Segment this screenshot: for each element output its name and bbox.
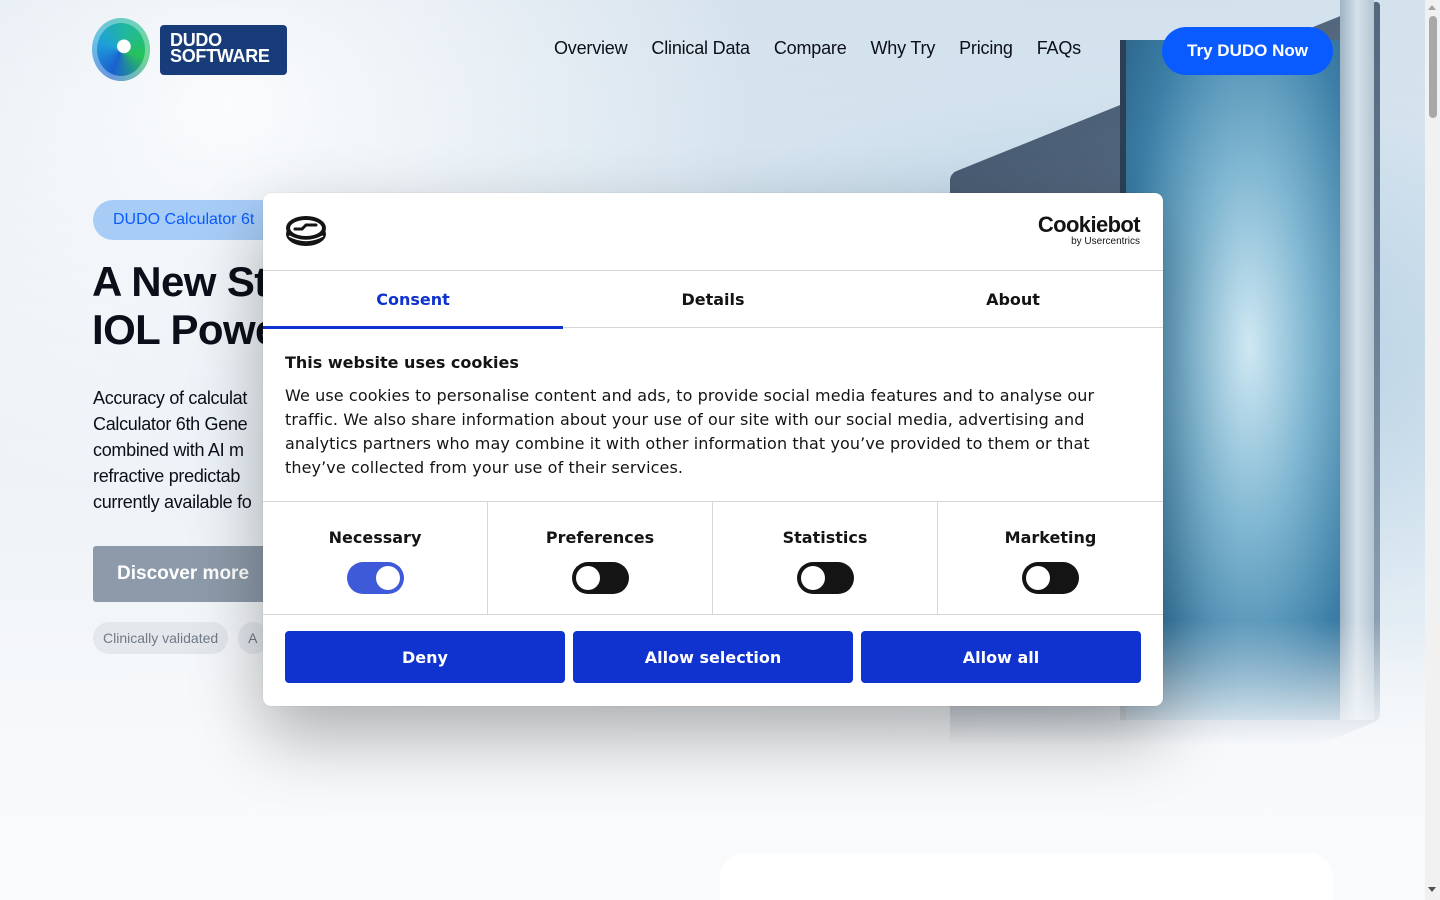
tab-details[interactable]: Details xyxy=(563,271,863,328)
toggle-statistics-group: Statistics xyxy=(713,502,938,615)
preferences-toggle[interactable] xyxy=(571,562,629,594)
try-dudo-now-button[interactable]: Try DUDO Now xyxy=(1162,27,1333,75)
cookiebot-logo-icon xyxy=(286,216,326,246)
nav-faqs[interactable]: FAQs xyxy=(1037,38,1081,59)
toggle-necessary-group: Necessary xyxy=(263,502,488,615)
tab-consent[interactable]: Consent xyxy=(263,271,563,329)
scroll-down-arrow-icon[interactable] xyxy=(1428,887,1436,892)
nav-compare[interactable]: Compare xyxy=(774,38,847,59)
cookie-category-toggles: Necessary Preferences Statistics Marketi… xyxy=(263,501,1163,615)
cookiebot-subtitle: by Usercentrics xyxy=(1071,236,1140,247)
toggle-marketing-group: Marketing xyxy=(938,502,1163,615)
toggle-knob xyxy=(575,566,600,590)
monitor-edge xyxy=(1340,0,1374,720)
toggle-preferences-label: Preferences xyxy=(545,528,655,547)
tag-clinically-validated: Clinically validated xyxy=(93,622,229,654)
nav-why-try[interactable]: Why Try xyxy=(871,38,936,59)
cookiebot-brand[interactable]: Cookiebot by Usercentrics xyxy=(1037,212,1141,248)
toggle-statistics-label: Statistics xyxy=(782,528,868,547)
dialog-buttons: Deny Allow selection Allow all xyxy=(285,631,1141,683)
scroll-thumb[interactable] xyxy=(1429,16,1437,118)
logo-swirl-icon xyxy=(92,18,150,81)
statistics-toggle[interactable] xyxy=(796,562,854,594)
necessary-toggle[interactable] xyxy=(346,562,404,594)
main-nav: Overview Clinical Data Compare Why Try P… xyxy=(554,38,1105,59)
site-logo[interactable]: DUDO SOFTWARE xyxy=(92,18,287,81)
toggle-knob xyxy=(800,566,825,590)
dialog-description: We use cookies to personalise content an… xyxy=(285,386,1095,477)
nav-pricing[interactable]: Pricing xyxy=(959,38,1013,59)
tab-about[interactable]: About xyxy=(863,271,1163,328)
page-scrollbar[interactable] xyxy=(1425,0,1440,900)
cookiebot-name: Cookiebot xyxy=(1037,212,1141,237)
content-card xyxy=(720,853,1333,900)
nav-overview[interactable]: Overview xyxy=(554,38,628,59)
toggle-preferences-group: Preferences xyxy=(488,502,713,615)
feature-tags: Clinically validated A xyxy=(93,622,268,654)
cookie-consent-dialog: Cookiebot by Usercentrics Consent Detail… xyxy=(263,193,1163,706)
toggle-knob xyxy=(1026,566,1050,590)
marketing-toggle[interactable] xyxy=(1022,562,1079,594)
toggle-marketing-label: Marketing xyxy=(1004,528,1097,547)
dialog-body: This website uses cookies We use cookies… xyxy=(285,353,1141,480)
deny-button[interactable]: Deny xyxy=(285,631,565,683)
scroll-up-arrow-icon[interactable] xyxy=(1428,5,1436,10)
toggle-knob xyxy=(375,566,400,590)
logo-line-2: SOFTWARE xyxy=(170,45,270,66)
dialog-header: Cookiebot by Usercentrics xyxy=(263,193,1163,271)
dialog-tabs: Consent Details About xyxy=(263,271,1163,329)
logo-wordmark: DUDO SOFTWARE xyxy=(160,24,287,75)
site-header: DUDO SOFTWARE Overview Clinical Data Com… xyxy=(0,0,1425,100)
allow-all-button[interactable]: Allow all xyxy=(861,631,1141,683)
toggle-necessary-label: Necessary xyxy=(328,528,422,547)
allow-selection-button[interactable]: Allow selection xyxy=(573,631,853,683)
dialog-heading: This website uses cookies xyxy=(285,353,519,372)
nav-clinical-data[interactable]: Clinical Data xyxy=(651,38,750,59)
